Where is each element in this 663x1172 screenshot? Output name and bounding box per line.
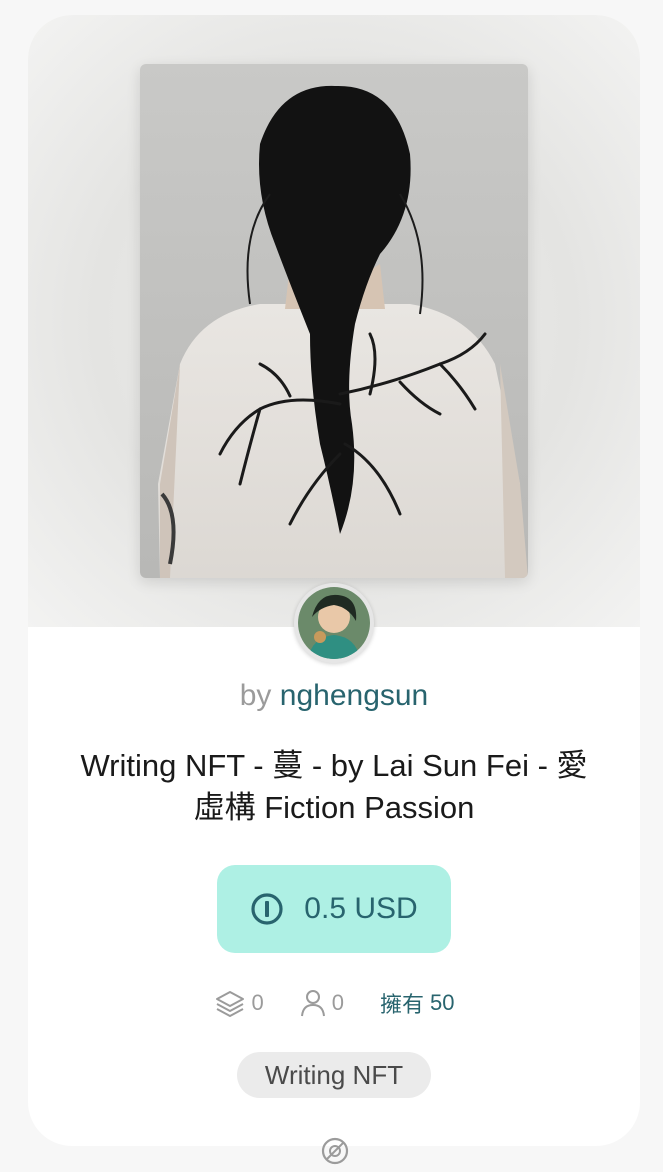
- author-link[interactable]: nghengsun: [280, 679, 428, 712]
- disc-icon[interactable]: [320, 1136, 350, 1166]
- writing-nft-tag[interactable]: Writing NFT: [237, 1052, 431, 1098]
- nft-artwork[interactable]: [140, 64, 528, 578]
- coin-icon: [251, 893, 283, 925]
- owned-stat: 擁有 50: [380, 987, 455, 1019]
- byline-prefix: by: [239, 679, 272, 712]
- stats-row: 0 0 擁有 50: [28, 987, 640, 1019]
- creator-avatar[interactable]: [294, 583, 374, 663]
- person-icon: [300, 990, 325, 1017]
- layers-icon: [215, 991, 244, 1017]
- hero-background: [28, 15, 640, 627]
- collected-stat: 0: [214, 989, 264, 1017]
- price-label: 0.5 USD: [304, 892, 418, 925]
- price-button[interactable]: 0.5 USD: [217, 865, 451, 953]
- owned-label: 擁有: [380, 992, 425, 1017]
- collected-count: 0: [251, 990, 264, 1015]
- byline: by nghengsun: [28, 679, 640, 713]
- owned-value: 50: [430, 990, 455, 1015]
- collectors-stat: 0: [300, 989, 344, 1017]
- nft-title: Writing NFT - 蔓 - by Lai Sun Fei - 愛虛構 F…: [80, 748, 588, 825]
- collectors-count: 0: [331, 990, 344, 1015]
- nft-card[interactable]: by nghengsun Writing NFT - 蔓 - by Lai Su…: [28, 15, 640, 1146]
